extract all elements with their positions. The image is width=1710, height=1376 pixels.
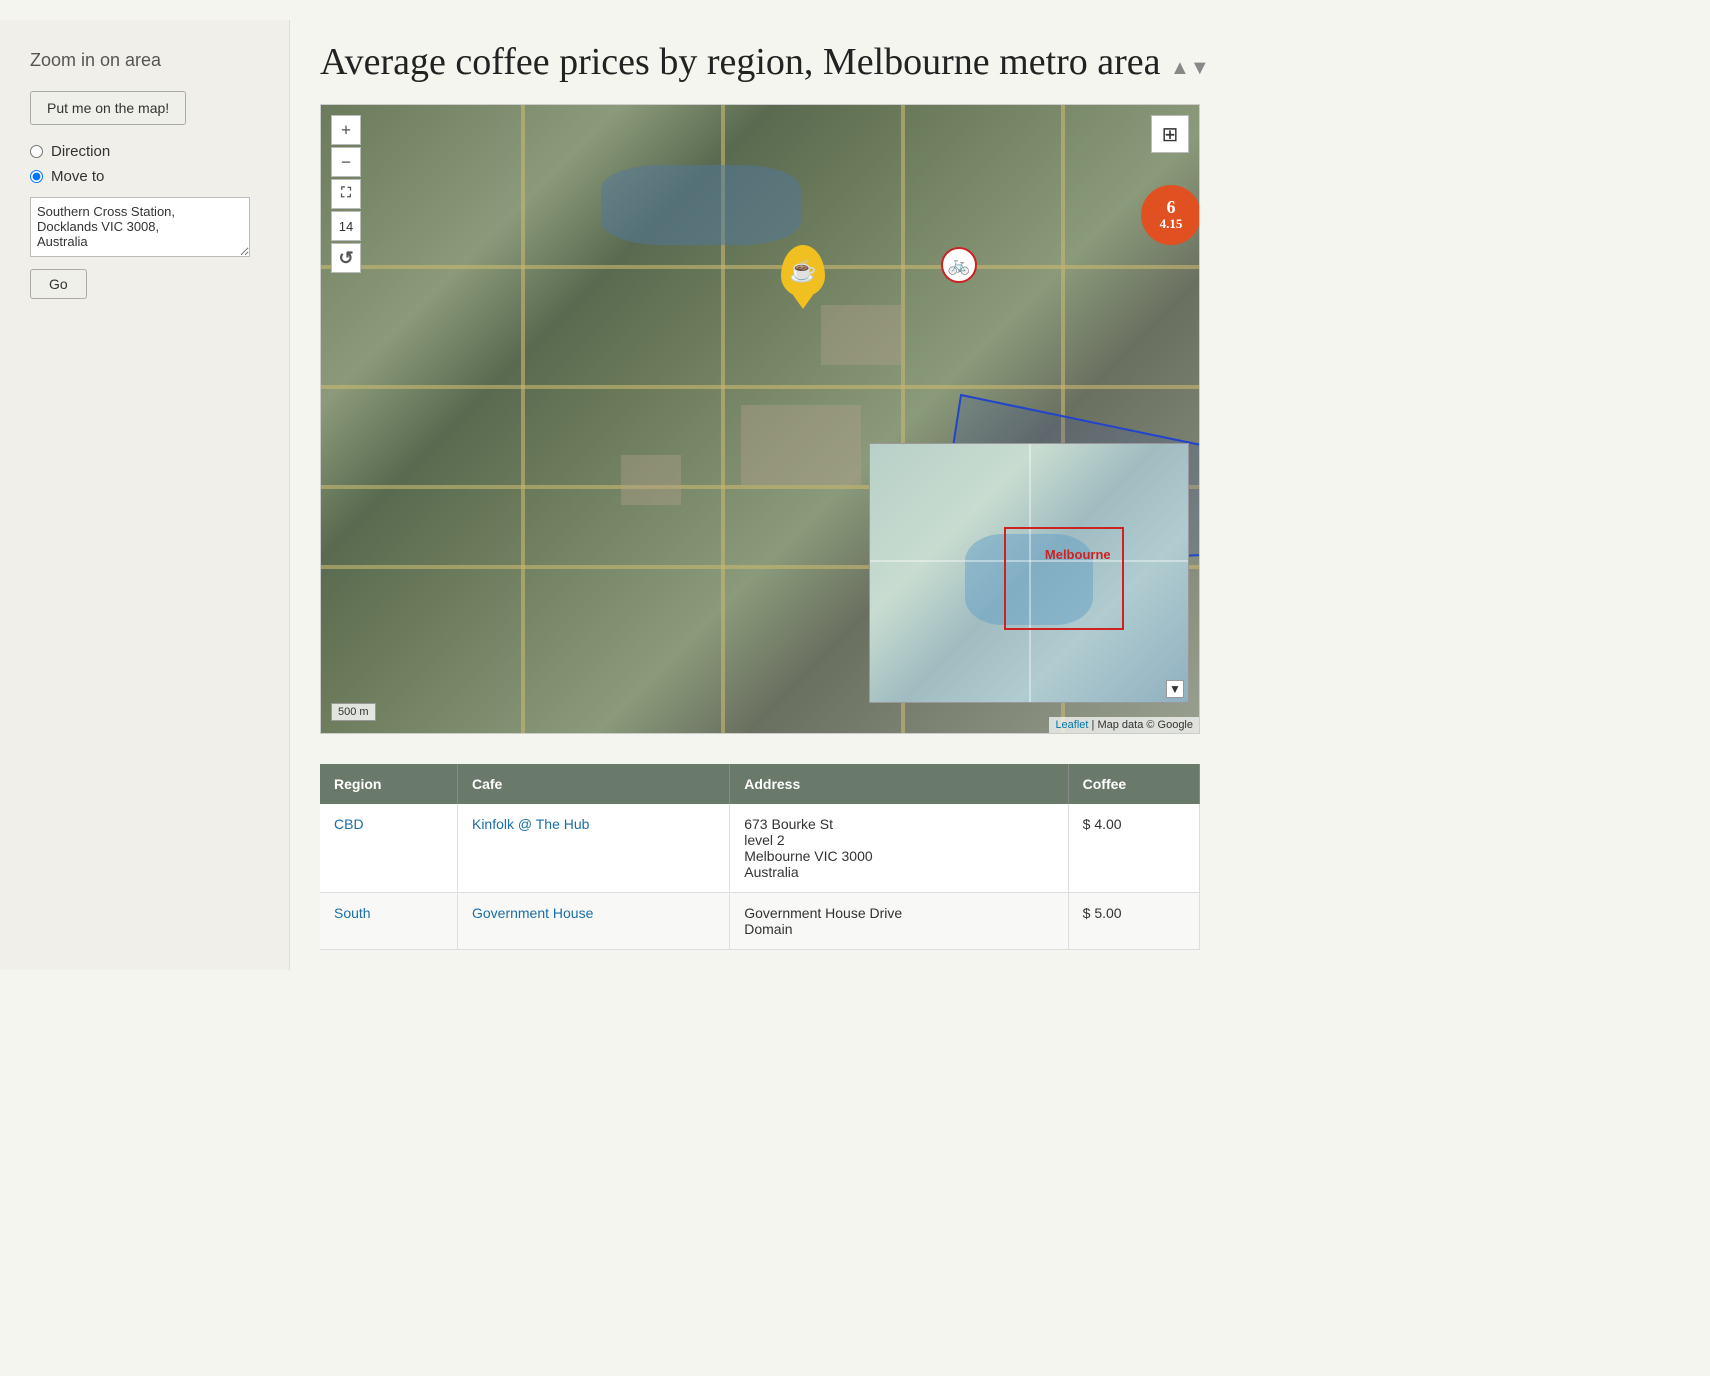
scale-bar: 500 m: [331, 703, 376, 721]
layers-button[interactable]: ⊞: [1151, 115, 1189, 153]
page-title: Average coffee prices by region, Melbour…: [320, 40, 1660, 84]
cluster-marker-orange[interactable]: 6 4.15: [1141, 185, 1200, 245]
region-link-south[interactable]: South: [334, 905, 371, 921]
map-controls: + − ⛶ 14 ↺: [331, 115, 361, 273]
title-sort-icons[interactable]: ▲▼: [1170, 57, 1210, 79]
cluster-avg-orange: 4.15: [1160, 216, 1183, 232]
radio-group: Direction Move to: [30, 143, 269, 185]
fullscreen-button[interactable]: ⛶: [331, 179, 361, 209]
table-body: CBD Kinfolk @ The Hub 673 Bourke Stlevel…: [320, 804, 1200, 950]
sidebar: Zoom in on area Put me on the map! Direc…: [0, 20, 290, 970]
reset-button[interactable]: ↺: [331, 243, 361, 273]
bike-icon: 🚲: [948, 255, 970, 276]
coffee-icon: ☕: [789, 258, 816, 284]
layers-icon: ⊞: [1162, 122, 1179, 147]
zoom-in-button[interactable]: +: [331, 115, 361, 145]
col-region: Region: [320, 764, 457, 804]
cell-coffee-2: $ 5.00: [1068, 893, 1199, 950]
address-textarea[interactable]: Southern Cross Station, Docklands VIC 30…: [30, 197, 250, 257]
move-to-radio[interactable]: [30, 170, 43, 183]
water-area: [601, 165, 801, 245]
cell-region-2: South: [320, 893, 457, 950]
sidebar-title: Zoom in on area: [30, 50, 269, 71]
reset-icon: ↺: [338, 249, 353, 267]
map-container[interactable]: + − ⛶ 14 ↺ ⊞ 6 4.15: [320, 104, 1200, 734]
road: [521, 105, 525, 733]
top-section: Zoom in on area Put me on the map! Direc…: [0, 0, 1710, 990]
minimap-collapse-button[interactable]: ▼: [1166, 680, 1184, 698]
map-attribution: Leaflet | Map data © Google: [1049, 717, 1199, 733]
table-row: CBD Kinfolk @ The Hub 673 Bourke Stlevel…: [320, 804, 1200, 893]
table-row: South Government House Government House …: [320, 893, 1200, 950]
col-coffee: Coffee: [1068, 764, 1199, 804]
data-table: Region Cafe Address Coffee CBD Ki: [320, 764, 1200, 950]
col-cafe: Cafe: [457, 764, 729, 804]
data-table-wrapper: Region Cafe Address Coffee CBD Ki: [320, 764, 1200, 950]
cell-cafe-2: Government House: [457, 893, 729, 950]
road: [321, 265, 1199, 269]
table-header-row: Region Cafe Address Coffee: [320, 764, 1200, 804]
building-block: [821, 305, 901, 365]
fullscreen-icon: ⛶: [341, 187, 351, 201]
cafe-link-kinfolk[interactable]: Kinfolk @ The Hub: [472, 816, 589, 832]
minimap-viewport-rect: [1004, 527, 1125, 630]
minimap: Melbourne ▼: [869, 443, 1189, 703]
cell-coffee-1: $ 4.00: [1068, 804, 1199, 893]
direction-radio-row: Direction: [30, 143, 269, 160]
cafe-link-government-house[interactable]: Government House: [472, 905, 593, 921]
region-link-cbd[interactable]: CBD: [334, 816, 364, 832]
building-block: [741, 405, 861, 485]
cell-address-2: Government House DriveDomain: [730, 893, 1068, 950]
cell-cafe-1: Kinfolk @ The Hub: [457, 804, 729, 893]
cell-address-1: 673 Bourke Stlevel 2Melbourne VIC 3000Au…: [730, 804, 1068, 893]
go-button[interactable]: Go: [30, 269, 87, 299]
page-wrapper: Zoom in on area Put me on the map! Direc…: [0, 0, 1710, 1376]
attribution-text: | Map data © Google: [1092, 719, 1193, 731]
collapse-icon: ▼: [1169, 682, 1181, 697]
direction-label[interactable]: Direction: [51, 143, 110, 160]
road: [321, 385, 1199, 389]
cell-region-1: CBD: [320, 804, 457, 893]
move-to-radio-row: Move to: [30, 168, 269, 185]
move-to-label[interactable]: Move to: [51, 168, 104, 185]
bike-marker[interactable]: 🚲: [941, 247, 977, 283]
table-header: Region Cafe Address Coffee: [320, 764, 1200, 804]
coffee-pin[interactable]: ☕: [781, 245, 825, 297]
building-block: [621, 455, 681, 505]
main-content: Average coffee prices by region, Melbour…: [290, 20, 1690, 970]
put-me-on-map-button[interactable]: Put me on the map!: [30, 91, 186, 125]
zoom-level: 14: [331, 211, 361, 241]
zoom-out-button[interactable]: −: [331, 147, 361, 177]
direction-radio[interactable]: [30, 145, 43, 158]
col-address: Address: [730, 764, 1068, 804]
leaflet-link[interactable]: Leaflet: [1055, 719, 1088, 731]
coffee-pin-body: ☕: [781, 245, 825, 297]
minimap-background: Melbourne: [870, 444, 1188, 702]
cluster-count-orange: 6: [1167, 198, 1176, 216]
